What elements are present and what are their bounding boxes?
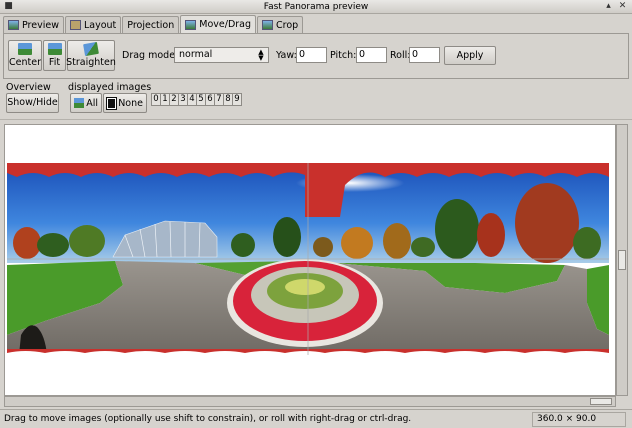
status-bar: Drag to move images (optionally use shif… xyxy=(0,409,632,428)
drag-mode-select[interactable]: normal ▲ ▼ xyxy=(174,47,269,63)
move-drag-panel: Center Fit Straighten Drag mode: normal … xyxy=(3,33,629,79)
no-images-icon xyxy=(105,96,118,110)
all-images-icon xyxy=(74,98,85,108)
pitch-label: Pitch: xyxy=(330,50,357,61)
tab-crop[interactable]: Crop xyxy=(257,16,304,33)
layout-icon xyxy=(69,20,81,30)
fit-icon xyxy=(47,43,62,55)
title-bar[interactable]: Fast Panorama preview ■ ▴ ✕ xyxy=(0,0,632,14)
show-none-button[interactable]: None xyxy=(103,93,147,113)
vertical-scrollbar[interactable] xyxy=(616,124,628,396)
yaw-input[interactable]: 0 xyxy=(296,47,327,63)
tab-layout-label: Layout xyxy=(83,19,117,31)
tab-bar: Preview Layout Projection Move/Drag Crop xyxy=(3,15,304,33)
fit-button[interactable]: Fit xyxy=(43,40,66,71)
horizontal-scroll-thumb[interactable] xyxy=(590,398,612,405)
panorama-preview-window: Fast Panorama preview ■ ▴ ✕ Preview Layo… xyxy=(0,0,632,428)
panorama-image[interactable] xyxy=(5,125,615,395)
preview-icon xyxy=(8,20,19,30)
tab-move-drag-label: Move/Drag xyxy=(199,19,252,30)
tab-projection[interactable]: Projection xyxy=(122,16,180,33)
status-message: Drag to move images (optionally use shif… xyxy=(4,414,412,424)
pitch-input[interactable]: 0 xyxy=(356,47,387,63)
field-of-view-readout: 360.0 × 90.0 xyxy=(532,412,626,427)
tab-preview[interactable]: Preview xyxy=(3,16,64,33)
center-button-label: Center xyxy=(9,57,41,68)
tab-preview-label: Preview xyxy=(22,19,59,31)
tab-layout[interactable]: Layout xyxy=(64,16,122,33)
straighten-icon xyxy=(83,41,99,57)
tab-move-drag[interactable]: Move/Drag xyxy=(180,15,257,33)
crop-icon xyxy=(262,20,274,30)
horizontal-scrollbar[interactable] xyxy=(4,396,616,407)
drag-mode-label: Drag mode: xyxy=(122,50,179,61)
close-icon[interactable]: ✕ xyxy=(617,1,628,12)
show-hide-button[interactable]: Show/Hide xyxy=(6,93,59,113)
roll-input[interactable]: 0 xyxy=(409,47,440,63)
divider xyxy=(0,119,632,120)
minimize-icon[interactable]: ▴ xyxy=(603,1,614,12)
tab-crop-label: Crop xyxy=(276,19,299,31)
center-button[interactable]: Center xyxy=(8,40,42,71)
image-toggle-9[interactable]: 9 xyxy=(232,93,242,106)
center-icon xyxy=(18,43,32,55)
show-all-label: All xyxy=(86,97,98,109)
displayed-images-label: displayed images xyxy=(68,82,152,93)
drag-mode-value: normal xyxy=(179,49,213,60)
vertical-scroll-thumb[interactable] xyxy=(618,250,626,270)
fit-button-label: Fit xyxy=(48,57,61,68)
straighten-button-label: Straighten xyxy=(66,57,116,68)
image-toggle-row: 0 1 2 3 4 5 6 7 8 9 xyxy=(151,93,242,106)
panorama-viewport[interactable] xyxy=(4,124,616,396)
spin-arrows-icon: ▲ ▼ xyxy=(258,48,264,62)
straighten-button[interactable]: Straighten xyxy=(66,40,116,71)
tab-projection-label: Projection xyxy=(127,19,175,31)
window-title: Fast Panorama preview xyxy=(263,2,369,12)
yaw-label: Yaw: xyxy=(276,50,297,61)
overview-label: Overview xyxy=(6,82,51,93)
window-menu-icon[interactable]: ■ xyxy=(3,1,14,12)
show-all-button[interactable]: All xyxy=(70,93,102,113)
show-none-label: None xyxy=(118,97,143,109)
apply-button[interactable]: Apply xyxy=(444,46,496,65)
move-drag-icon xyxy=(185,19,197,30)
roll-label: Roll: xyxy=(390,50,411,61)
